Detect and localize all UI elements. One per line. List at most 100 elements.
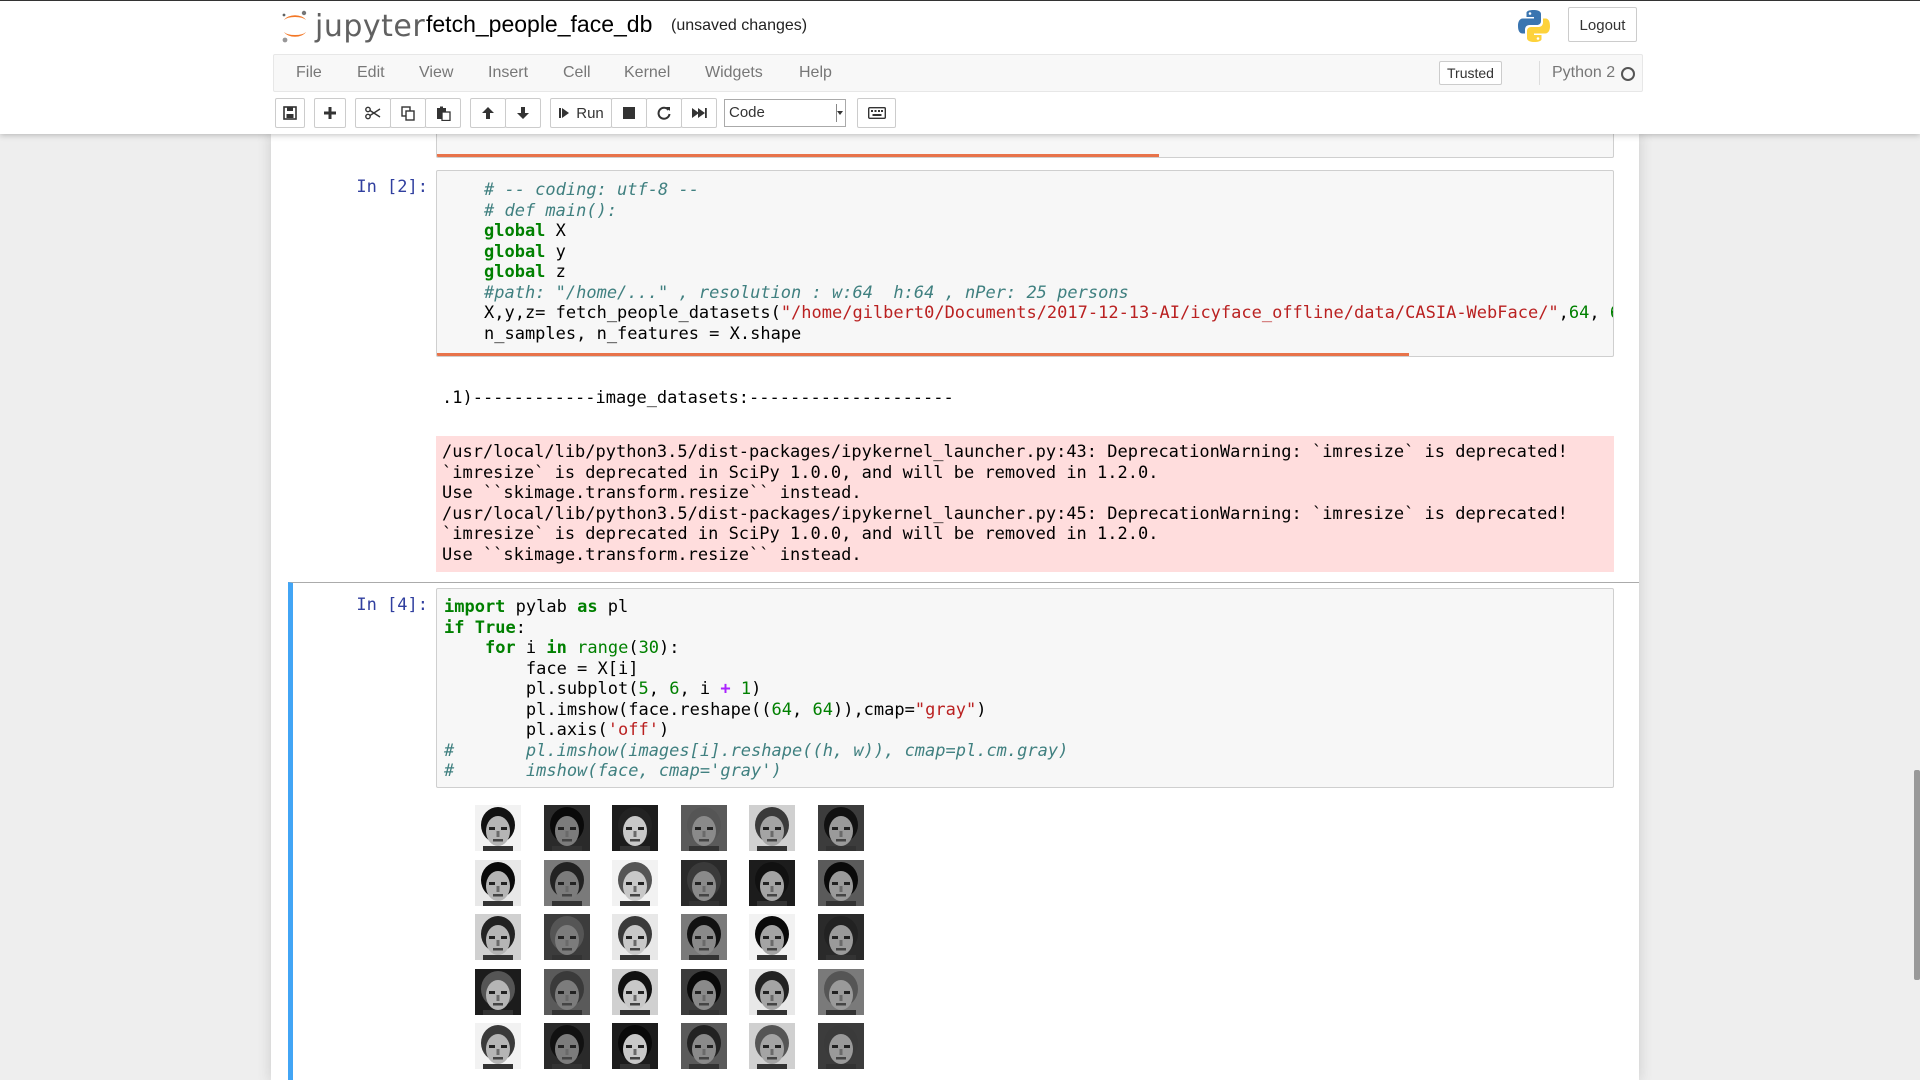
run-label: Run (576, 104, 604, 122)
stderr-line: `imresize` is deprecated in SciPy 1.0.0,… (442, 462, 1159, 483)
menu-insert[interactable]: Insert (488, 64, 528, 82)
face-thumbnail (543, 859, 590, 906)
stderr-line: Use ``skimage.transform.resize`` instead… (442, 544, 862, 565)
trusted-indicator[interactable]: Trusted (1439, 61, 1502, 85)
face-thumbnail (680, 968, 727, 1015)
face-thumbnail (612, 859, 658, 906)
menu-widgets[interactable]: Widgets (705, 64, 763, 82)
save-status: (unsaved changes) (671, 17, 808, 34)
copy-icon (400, 105, 415, 121)
face-thumbnail (680, 1023, 727, 1069)
kernel-idle-icon (1621, 67, 1635, 81)
face-thumbnail (543, 968, 590, 1015)
face-thumbnail (817, 805, 864, 851)
kernel-separator (1539, 61, 1540, 85)
previous-cell-input[interactable] (436, 133, 1614, 158)
interrupt-button[interactable] (611, 98, 647, 128)
stop-icon (623, 107, 635, 119)
step-forward-icon (559, 108, 570, 118)
face-thumbnail (817, 859, 864, 906)
restart-icon (657, 106, 671, 120)
toolbar: Run Code (273, 98, 1643, 130)
cell-4-code[interactable]: import pylab as pl if True: for i in ran… (444, 597, 1068, 782)
face-thumbnail (817, 968, 864, 1015)
chevron-down-icon (836, 104, 843, 122)
face-thumbnail (680, 805, 727, 851)
face-thumbnail (543, 914, 590, 960)
face-thumbnail (612, 968, 658, 1015)
save-button[interactable] (275, 98, 305, 128)
cell-4-image-output (475, 805, 895, 1080)
stderr-line: Use ``skimage.transform.resize`` instead… (442, 483, 862, 503)
fast-forward-icon (692, 108, 707, 118)
face-thumbnail (749, 968, 795, 1015)
face-thumbnail (475, 859, 521, 906)
jupyter-wordmark: jupyter (315, 9, 426, 44)
menu-bar: File Edit View Insert Cell Kernel Widget… (273, 54, 1643, 92)
face-thumbnail (612, 914, 658, 960)
stderr-line: `imresize` is deprecated in SciPy 1.0.0,… (442, 524, 1159, 544)
move-up-button[interactable] (470, 98, 506, 128)
menu-kernel[interactable]: Kernel (624, 64, 670, 82)
face-thumbnail (749, 859, 795, 906)
menu-file[interactable]: File (296, 64, 322, 82)
cell-type-select[interactable]: Code (724, 99, 846, 127)
arrow-up-icon (482, 107, 494, 119)
menu-edit[interactable]: Edit (357, 64, 385, 82)
jupyter-logo-icon (282, 10, 307, 43)
paste-button[interactable] (425, 98, 461, 128)
face-thumbnail (475, 1023, 521, 1069)
face-thumbnail (612, 1023, 658, 1069)
command-palette-button[interactable] (857, 98, 896, 128)
menu-view[interactable]: View (419, 64, 453, 82)
run-all-button[interactable] (681, 98, 717, 128)
kernel-name[interactable]: Python 2 (1552, 64, 1615, 82)
menu-help[interactable]: Help (799, 64, 832, 82)
arrow-down-icon (517, 107, 529, 119)
stderr-line: /usr/local/lib/python3.5/dist-packages/i… (442, 503, 1568, 524)
notebook-name[interactable]: fetch_people_face_db (426, 11, 652, 38)
horizontal-scrollbar[interactable] (437, 154, 1159, 157)
cell-2-input[interactable]: # -- coding: utf-8 -- # def main(): glob… (436, 170, 1614, 357)
face-thumbnail (543, 805, 590, 851)
floppy-icon (283, 106, 297, 120)
run-button[interactable]: Run (550, 98, 612, 128)
face-thumbnail (749, 1023, 795, 1069)
face-thumbnail (817, 914, 864, 960)
horizontal-scrollbar[interactable] (437, 353, 1409, 356)
logout-button[interactable]: Logout (1568, 7, 1637, 42)
page-scrollbar[interactable] (1914, 770, 1920, 980)
face-thumbnail (543, 1023, 590, 1069)
cell-2-code[interactable]: # -- coding: utf-8 -- # def main(): glob… (484, 180, 1613, 344)
jupyter-logo[interactable]: jupyter (281, 9, 431, 45)
face-thumbnail (475, 968, 521, 1015)
face-thumbnail (749, 805, 795, 851)
notebook-container: In [2]: # -- coding: utf-8 -- # def main… (271, 133, 1639, 1080)
cell-2-stdout: .1)------------image_datasets:----------… (442, 388, 954, 408)
cell-2-stderr: /usr/local/lib/python3.5/dist-packages/i… (436, 436, 1614, 572)
move-down-button[interactable] (505, 98, 541, 128)
keyboard-icon (867, 107, 886, 119)
paste-icon (436, 106, 451, 121)
face-thumbnail (749, 914, 795, 960)
face-thumbnail (680, 914, 727, 960)
face-thumbnail (475, 805, 521, 851)
notebook-header: jupyter fetch_people_face_db (unsaved ch… (0, 0, 1920, 134)
scissors-icon (365, 106, 381, 120)
plus-icon (324, 107, 336, 119)
cell-4-input[interactable]: import pylab as pl if True: for i in ran… (436, 588, 1614, 788)
copy-button[interactable] (390, 98, 426, 128)
cell-2-prompt: In [2]: (356, 177, 428, 197)
face-thumbnail (612, 805, 658, 851)
insert-cell-button[interactable] (314, 98, 346, 128)
face-thumbnail (817, 1023, 864, 1069)
cell-type-value: Code (729, 104, 765, 121)
cell-4-prompt: In [4]: (356, 595, 428, 615)
cut-button[interactable] (355, 98, 391, 128)
restart-button[interactable] (646, 98, 682, 128)
face-thumbnail (680, 859, 727, 906)
python-logo-icon (1518, 10, 1550, 42)
face-thumbnail (475, 914, 521, 960)
stderr-line: /usr/local/lib/python3.5/dist-packages/i… (442, 442, 1568, 462)
menu-cell[interactable]: Cell (563, 64, 591, 82)
